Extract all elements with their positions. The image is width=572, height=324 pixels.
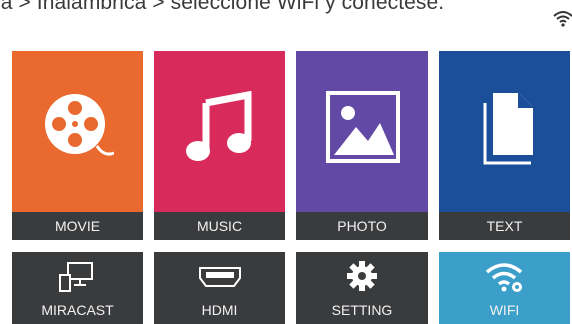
tile-label: PHOTO [337,218,387,234]
gear-icon [347,261,377,291]
tile-music-label-bar: MUSIC [154,212,285,240]
tile-label: MOVIE [54,218,101,234]
tile-text[interactable]: TEXT [439,51,570,240]
film-reel-icon [45,94,114,156]
tile-setting[interactable]: SETTING [296,252,428,324]
tile-photo-label-bar: PHOTO [296,212,428,240]
document-icon [483,93,533,165]
photo-icon [326,91,400,163]
tile-wifi[interactable]: WIFI [439,252,570,324]
wifi-signal-icon [553,11,572,27]
tile-miracast-label-bar: MIRACAST [12,296,143,324]
screen-mirror-icon [59,262,93,292]
tile-music[interactable]: MUSIC [154,51,285,240]
tile-label: HDMI [201,302,238,318]
tile-text-label-bar: TEXT [439,212,570,240]
wifi-icon [485,263,523,292]
music-note-icon [186,91,252,161]
tile-label: SETTING [331,302,393,318]
tile-setting-label-bar: SETTING [296,296,428,324]
tile-photo[interactable]: PHOTO [296,51,428,240]
tile-label: TEXT [486,218,523,234]
tile-miracast[interactable]: MIRACAST [12,252,143,324]
tile-wifi-label-bar: WIFI [439,296,570,324]
tile-label: WIFI [489,302,520,318]
hdmi-icon [199,267,241,287]
instruction-caption: ia > Inalámbrica > seleccione WiFi y con… [0,0,445,14]
tile-hdmi-label-bar: HDMI [154,296,285,324]
tile-label: MUSIC [196,218,243,234]
tile-hdmi[interactable]: HDMI [154,252,285,324]
tile-movie[interactable]: MOVIE [12,51,143,240]
tile-movie-label-bar: MOVIE [12,212,143,240]
tile-label: MIRACAST [41,302,114,318]
